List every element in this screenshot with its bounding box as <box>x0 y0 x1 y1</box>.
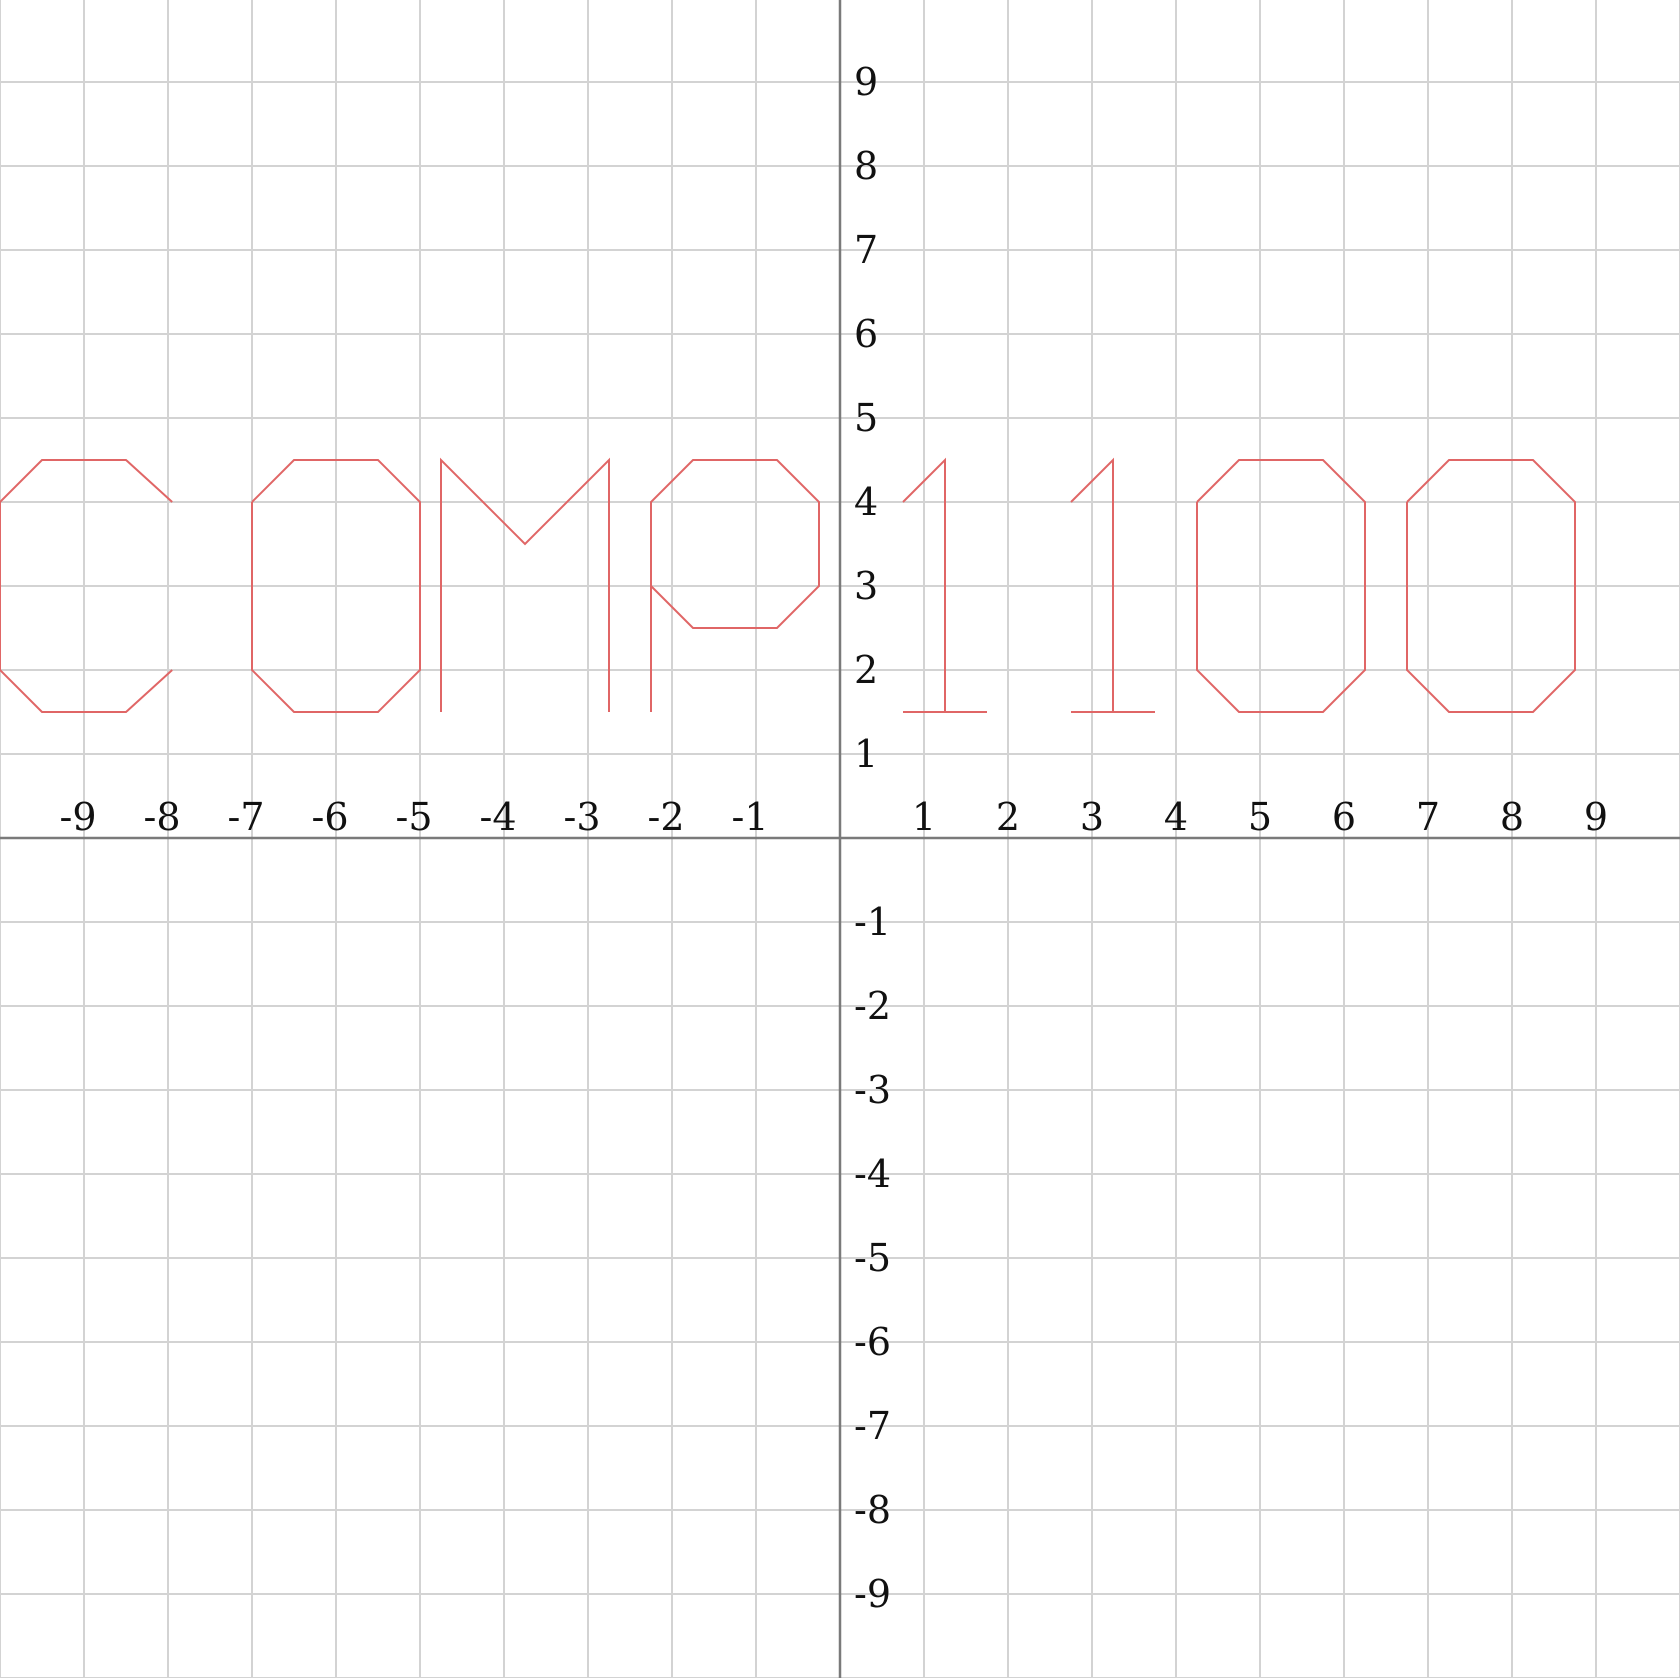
y-tick-label: 1 <box>854 732 878 776</box>
y-tick-label: 2 <box>854 648 878 692</box>
y-tick-label: -9 <box>854 1572 891 1616</box>
y-tick-label: -3 <box>854 1068 891 1112</box>
x-tick-label: -8 <box>143 795 180 839</box>
x-tick-label: 2 <box>996 795 1020 839</box>
x-tick-label: 7 <box>1416 795 1440 839</box>
x-tick-label: -9 <box>59 795 96 839</box>
y-tick-label: -8 <box>854 1488 891 1532</box>
x-tick-label: -6 <box>311 795 348 839</box>
coordinate-plane: -9 -8 -7 -6 -5 -4 -3 -2 -1 1 2 3 4 5 6 7 8 9 9 8 7 6 5 4 3 2 1 -1 -2… <box>0 0 1680 1678</box>
y-tick-label: -7 <box>854 1404 891 1448</box>
x-tick-label: 1 <box>912 795 936 839</box>
x-tick-label: 6 <box>1332 795 1356 839</box>
y-tick-label: 9 <box>854 60 878 104</box>
x-tick-label: -5 <box>395 795 432 839</box>
y-tick-label: 7 <box>854 228 878 272</box>
x-tick-label: -1 <box>731 795 768 839</box>
x-tick-label: -4 <box>479 795 516 839</box>
y-tick-label: 8 <box>854 144 878 188</box>
y-tick-label: 3 <box>854 564 878 608</box>
x-tick-label: 3 <box>1080 795 1104 839</box>
y-tick-label: 5 <box>854 396 878 440</box>
y-tick-label: -6 <box>854 1320 891 1364</box>
y-tick-label: -1 <box>854 900 891 944</box>
x-tick-label: -2 <box>647 795 684 839</box>
x-tick-label: 9 <box>1584 795 1608 839</box>
y-tick-label: -5 <box>854 1236 891 1280</box>
x-tick-label: -7 <box>227 795 264 839</box>
y-tick-label: 4 <box>854 480 878 524</box>
x-tick-label: 5 <box>1248 795 1272 839</box>
x-tick-label: -3 <box>563 795 600 839</box>
x-tick-label: 8 <box>1500 795 1524 839</box>
y-tick-label: -2 <box>854 984 891 1028</box>
y-tick-label: 6 <box>854 312 878 356</box>
x-tick-label: 4 <box>1164 795 1188 839</box>
y-tick-label: -4 <box>854 1152 891 1196</box>
